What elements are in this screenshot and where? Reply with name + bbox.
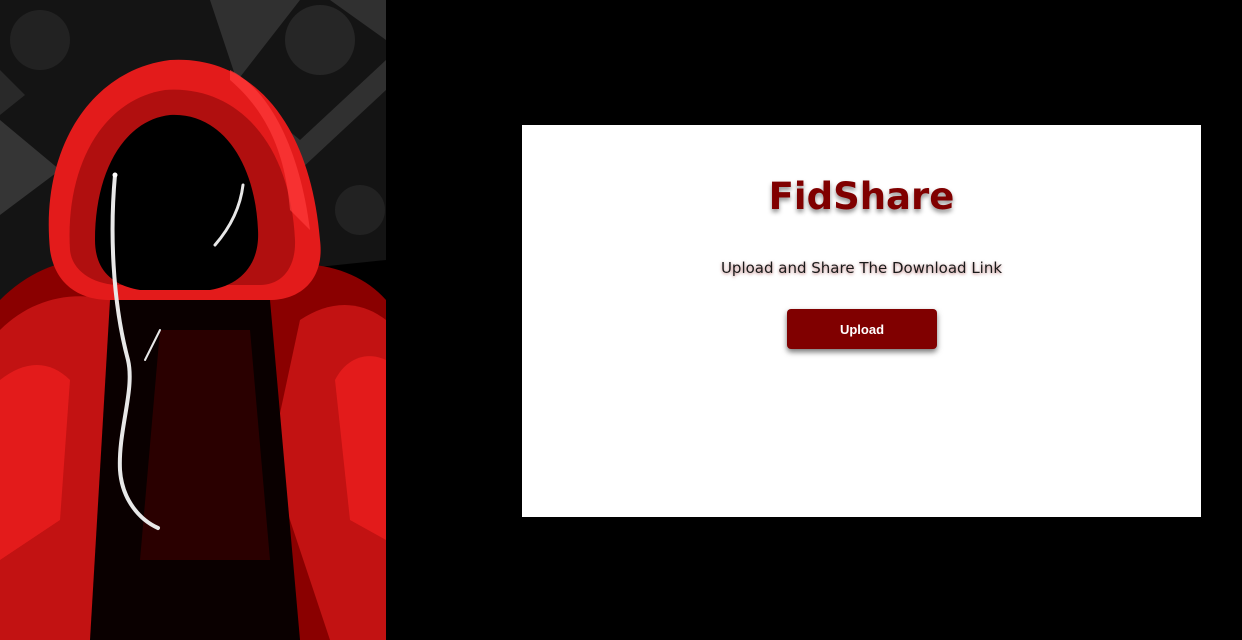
page: FidShare Upload and Share The Download L… (0, 0, 1242, 640)
tagline-text: Upload and Share The Download Link (720, 259, 1003, 277)
brand-title: FidShare (768, 175, 955, 218)
hooded-figure-image (0, 0, 386, 640)
hero-illustration (0, 0, 386, 640)
upload-card: FidShare Upload and Share The Download L… (522, 125, 1201, 517)
upload-button[interactable]: Upload (787, 309, 937, 349)
